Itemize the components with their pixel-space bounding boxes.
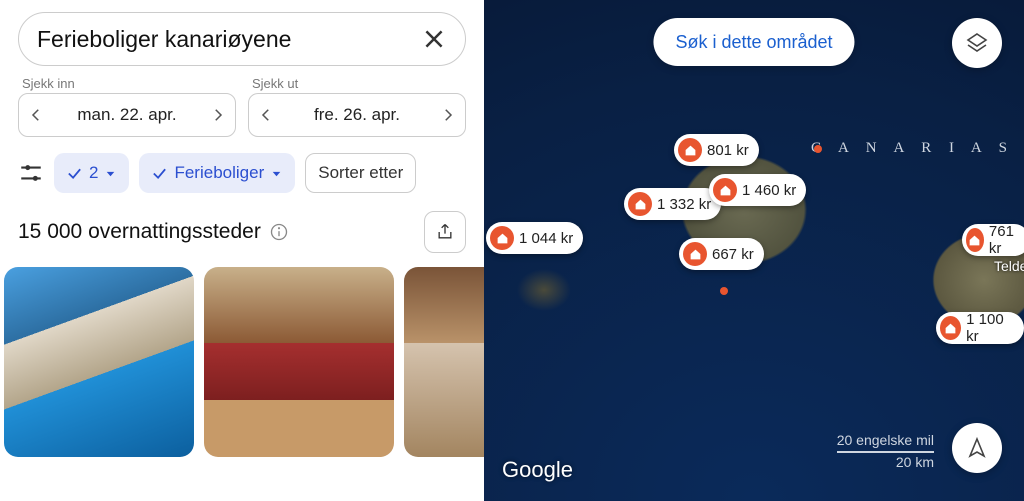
layers-button[interactable] xyxy=(952,18,1002,68)
price-pin[interactable]: 1 100 kr xyxy=(936,312,1024,344)
check-icon xyxy=(151,165,168,182)
chevron-right-icon[interactable] xyxy=(439,106,457,124)
locate-button[interactable] xyxy=(952,423,1002,473)
map-marker-dot xyxy=(814,145,822,153)
layers-icon xyxy=(965,31,989,55)
check-in-value: man. 22. apr. xyxy=(77,105,176,125)
navigation-icon xyxy=(965,436,989,460)
guests-chip[interactable]: 2 xyxy=(54,153,129,193)
chevron-left-icon[interactable] xyxy=(27,106,45,124)
house-icon xyxy=(628,192,652,216)
results-count: 15 000 overnattingssteder xyxy=(18,220,261,244)
result-cards[interactable]: 1 001 kr xyxy=(0,267,484,501)
tune-icon[interactable] xyxy=(18,160,44,186)
search-this-area-button[interactable]: Søk i dette området xyxy=(653,18,854,66)
house-icon xyxy=(713,178,737,202)
price-pin[interactable]: 667 kr xyxy=(679,238,764,270)
house-icon xyxy=(683,242,707,266)
pin-price: 1 100 kr xyxy=(966,311,1014,345)
house-icon xyxy=(490,226,514,250)
region-label: C A N A R I A S xyxy=(811,140,1014,157)
info-icon[interactable] xyxy=(269,222,289,242)
sort-chip[interactable]: Sorter etter xyxy=(305,153,416,193)
result-card[interactable] xyxy=(204,267,394,457)
sort-label: Sorter etter xyxy=(318,163,403,183)
pin-price: 1 460 kr xyxy=(742,182,796,199)
price-pin[interactable]: 1 460 kr xyxy=(709,174,806,206)
pin-price: 667 kr xyxy=(712,246,754,263)
search-bar[interactable] xyxy=(18,12,466,66)
date-row: Sjekk inn man. 22. apr. Sjekk ut fre. 26… xyxy=(0,76,484,149)
chevron-left-icon[interactable] xyxy=(257,106,275,124)
map-attribution: Google xyxy=(502,457,573,483)
map-scale: 20 engelske mil 20 km xyxy=(837,431,934,471)
price-pin[interactable]: 1 332 kr xyxy=(624,188,721,220)
dropdown-icon xyxy=(270,167,283,180)
map-marker-dot xyxy=(720,287,728,295)
type-chip[interactable]: Ferieboliger xyxy=(139,153,295,193)
filter-chips: 2 Ferieboliger Sorter etter xyxy=(0,149,484,211)
share-icon xyxy=(435,222,455,242)
pin-price: 1 332 kr xyxy=(657,196,711,213)
dropdown-icon xyxy=(104,167,117,180)
result-header: 15 000 overnattingssteder xyxy=(0,211,484,267)
check-out[interactable]: Sjekk ut fre. 26. apr. xyxy=(248,76,466,137)
pin-price: 1 044 kr xyxy=(519,230,573,247)
house-icon xyxy=(940,316,961,340)
pin-price: 801 kr xyxy=(707,142,749,159)
pin-price: 761 kr xyxy=(989,223,1020,257)
check-in[interactable]: Sjekk inn man. 22. apr. xyxy=(18,76,236,137)
result-card[interactable] xyxy=(4,267,194,457)
house-icon xyxy=(966,228,984,252)
result-card[interactable]: 1 001 kr xyxy=(404,267,484,457)
price-pin[interactable]: 1 044 kr xyxy=(486,222,583,254)
house-icon xyxy=(678,138,702,162)
chevron-right-icon[interactable] xyxy=(209,106,227,124)
map[interactable]: Søk i dette området C A N A R I A S Teld… xyxy=(484,0,1024,501)
results-panel: Sjekk inn man. 22. apr. Sjekk ut fre. 26… xyxy=(0,0,484,501)
check-out-value: fre. 26. apr. xyxy=(314,105,400,125)
guests-count: 2 xyxy=(89,163,98,183)
type-label: Ferieboliger xyxy=(174,163,264,183)
search-input[interactable] xyxy=(37,26,421,53)
price-pin[interactable]: 761 kr xyxy=(962,224,1024,256)
city-label: Telde xyxy=(994,258,1024,274)
check-in-label: Sjekk inn xyxy=(22,76,236,91)
clear-search-icon[interactable] xyxy=(421,26,447,52)
check-out-label: Sjekk ut xyxy=(252,76,466,91)
price-pin[interactable]: 801 kr xyxy=(674,134,759,166)
check-icon xyxy=(66,165,83,182)
share-button[interactable] xyxy=(424,211,466,253)
